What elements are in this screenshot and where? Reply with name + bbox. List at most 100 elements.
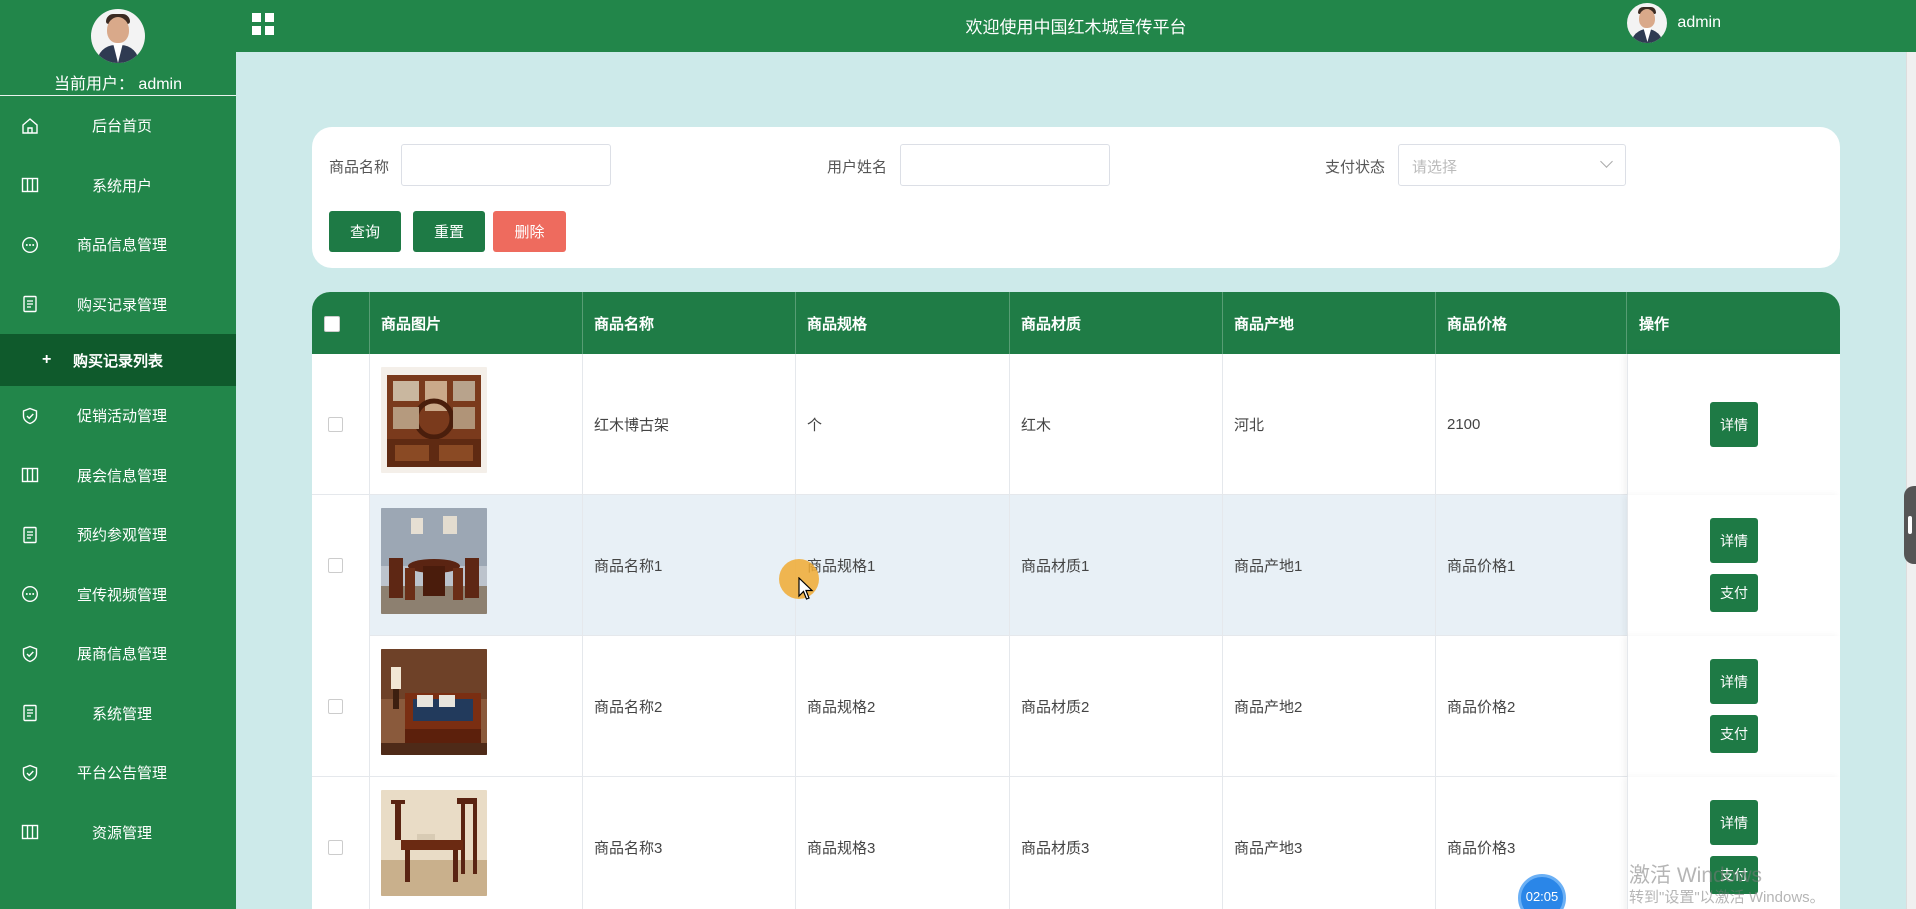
product-image xyxy=(381,508,487,614)
image-cell xyxy=(370,636,583,777)
sidebar-item-visit-booking[interactable]: 预约参观管理 xyxy=(0,505,236,565)
chat-icon xyxy=(20,584,40,604)
sidebar-item-resources[interactable]: 资源管理 xyxy=(0,803,236,863)
search-panel: 商品名称 用户姓名 支付状态 请选择 查询 重置 删除 xyxy=(312,127,1840,268)
shield-check-icon xyxy=(20,763,40,783)
sidebar-item-promo-videos[interactable]: 宣传视频管理 xyxy=(0,565,236,625)
checkbox-cell xyxy=(312,636,370,777)
top-header: 欢迎使用中国红木城宣传平台 admin xyxy=(236,0,1916,52)
product-spec-cell: 商品规格3 xyxy=(796,777,1010,909)
sidebar-item-product-info[interactable]: 商品信息管理 xyxy=(0,215,236,275)
sidebar-user: 当前用户： admin xyxy=(0,0,236,96)
sidebar-item-purchase-records[interactable]: 购买记录管理 xyxy=(0,275,236,335)
product-material-cell: 商品材质1 xyxy=(1010,495,1223,636)
sidebar-item-system-management[interactable]: 系统管理 xyxy=(0,684,236,744)
home-icon xyxy=(20,116,40,136)
product-origin-cell: 商品产地1 xyxy=(1223,495,1436,636)
columns-icon xyxy=(20,175,40,195)
detail-button[interactable]: 详情 xyxy=(1710,402,1758,447)
product-origin-cell: 河北 xyxy=(1223,354,1436,495)
row-checkbox[interactable] xyxy=(328,558,343,573)
product-spec-cell: 个 xyxy=(796,354,1010,495)
shield-check-icon xyxy=(20,406,40,426)
header-user-menu[interactable]: admin xyxy=(1627,3,1721,43)
page-scrollbar[interactable] xyxy=(1906,52,1916,909)
avatar xyxy=(1627,3,1668,43)
product-price-cell: 2100 xyxy=(1447,416,1481,433)
row-checkbox[interactable] xyxy=(328,417,343,432)
reset-button[interactable]: 重置 xyxy=(413,211,485,252)
user-name-label: 用户姓名 xyxy=(827,159,888,176)
pay-status-select[interactable]: 请选择 xyxy=(1398,144,1626,186)
detail-button[interactable]: 详情 xyxy=(1710,659,1758,704)
detail-button[interactable]: 详情 xyxy=(1710,518,1758,563)
product-price-cell: 商品价格1 xyxy=(1447,558,1516,575)
pay-button[interactable]: 支付 xyxy=(1710,715,1758,753)
select-all-checkbox[interactable] xyxy=(324,316,340,332)
sidebar-item-system-users[interactable]: 系统用户 xyxy=(0,156,236,216)
activation-watermark-title: 激活 Windows xyxy=(1629,864,1763,887)
header-username: admin xyxy=(1677,14,1721,31)
checkbox-cell xyxy=(312,495,370,636)
sidebar-item-label: 购买记录列表 xyxy=(72,352,163,370)
product-name-input[interactable] xyxy=(401,144,611,186)
col-header-spec: 商品规格 xyxy=(796,292,1010,354)
document-icon xyxy=(20,294,40,314)
checkbox-cell xyxy=(312,354,370,495)
product-price-cell: 商品价格2 xyxy=(1447,699,1516,716)
mouse-cursor-icon xyxy=(798,576,814,601)
table-header: 商品图片 商品名称 商品规格 商品材质 商品产地 商品价格 操作 xyxy=(312,292,1840,354)
actions-cell: 详情 支付 xyxy=(1627,495,1840,636)
pay-status-placeholder: 请选择 xyxy=(1412,159,1458,176)
table-row: 商品名称3 商品规格3 商品材质3 商品产地3 商品价格3 详情 支付 xyxy=(312,777,1840,909)
col-header-origin: 商品产地 xyxy=(1223,292,1436,354)
col-header-material: 商品材质 xyxy=(1010,292,1223,354)
sidebar-item-announcements[interactable]: 平台公告管理 xyxy=(0,743,236,803)
query-button[interactable]: 查询 xyxy=(329,211,401,252)
product-spec-cell: 商品规格1 xyxy=(796,495,1010,636)
checkbox-cell xyxy=(312,777,370,909)
product-name-cell: 商品名称3 xyxy=(583,777,796,909)
product-origin-cell: 商品产地3 xyxy=(1223,777,1436,909)
product-spec-cell: 商品规格2 xyxy=(796,636,1010,777)
image-cell xyxy=(370,777,583,909)
col-header-name: 商品名称 xyxy=(583,292,796,354)
product-origin-cell: 商品产地2 xyxy=(1223,636,1436,777)
product-image xyxy=(381,649,487,755)
sidebar-item-exhibitions[interactable]: 展会信息管理 xyxy=(0,446,236,506)
sidebar-item-home[interactable]: 后台首页 xyxy=(0,96,236,156)
records-table: 商品图片 商品名称 商品规格 商品材质 商品产地 商品价格 操作 红木博古架 个… xyxy=(312,292,1840,909)
shield-check-icon xyxy=(20,644,40,664)
detail-button[interactable]: 详情 xyxy=(1710,800,1758,845)
product-name-cell: 红木博古架 xyxy=(583,354,796,495)
activation-watermark-subtitle: 转到"设置"以激活 Windows。 xyxy=(1629,889,1825,906)
sidebar-item-exhibitors[interactable]: 展商信息管理 xyxy=(0,624,236,684)
actions-cell: 详情 xyxy=(1627,354,1840,495)
image-cell xyxy=(370,354,583,495)
document-icon xyxy=(20,525,40,545)
select-all-cell xyxy=(312,292,370,354)
row-checkbox[interactable] xyxy=(328,840,343,855)
product-material-cell: 商品材质2 xyxy=(1010,636,1223,777)
product-material-cell: 红木 xyxy=(1010,354,1223,495)
actions-cell: 详情 支付 xyxy=(1627,636,1840,777)
sidebar-item-purchase-list[interactable]: + 购买记录列表 xyxy=(0,334,236,386)
product-name-cell: 商品名称2 xyxy=(583,636,796,777)
chat-icon xyxy=(20,235,40,255)
table-row: 红木博古架 个 红木 河北 2100 详情 xyxy=(312,354,1840,495)
user-name-input[interactable] xyxy=(900,144,1110,186)
col-header-image: 商品图片 xyxy=(370,292,583,354)
side-drawer-handle[interactable] xyxy=(1904,486,1916,564)
product-image xyxy=(381,790,487,896)
row-checkbox[interactable] xyxy=(328,699,343,714)
delete-button[interactable]: 删除 xyxy=(493,211,566,252)
product-material-cell: 商品材质3 xyxy=(1010,777,1223,909)
current-user-label: 当前用户： admin xyxy=(53,76,183,93)
product-name-cell: 商品名称1 xyxy=(583,495,796,636)
sidebar-item-promotions[interactable]: 促销活动管理 xyxy=(0,386,236,446)
image-cell xyxy=(370,495,583,636)
table-row: 商品名称1 商品规格1 商品材质1 商品产地1 商品价格1 详情 支付 xyxy=(312,495,1840,636)
pay-status-label: 支付状态 xyxy=(1325,159,1386,176)
pay-button[interactable]: 支付 xyxy=(1710,574,1758,612)
table-row: 商品名称2 商品规格2 商品材质2 商品产地2 商品价格2 详情 支付 xyxy=(312,636,1840,777)
